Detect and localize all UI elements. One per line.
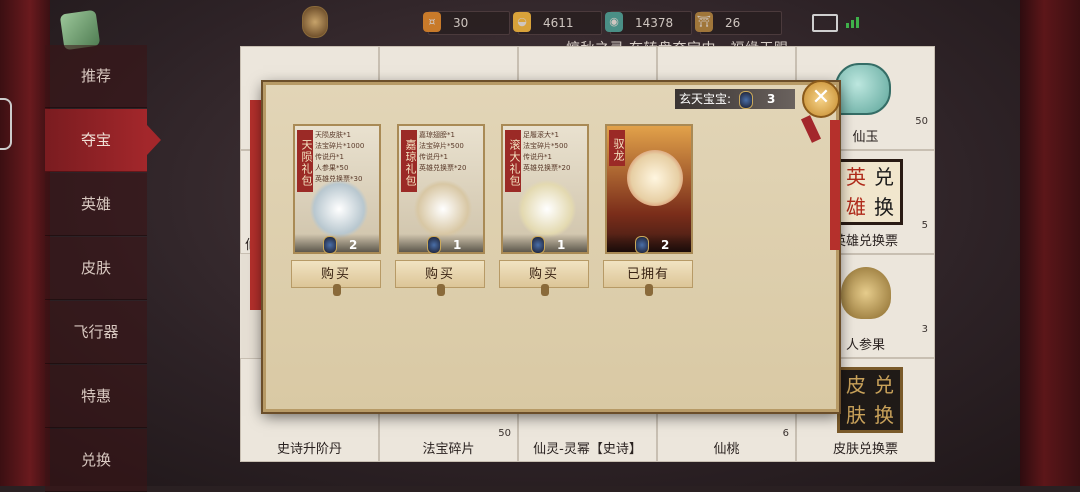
panda-figure-image: [517, 180, 577, 238]
gem-icon: [323, 236, 337, 254]
dialog-ribbon-left: [250, 100, 262, 310]
gate-icon: ⛩: [695, 12, 713, 32]
jade-icon: ◉: [605, 12, 623, 32]
card-art: 驭龙 2: [605, 124, 693, 254]
gem-icon: [531, 236, 545, 254]
gift-card-yulong[interactable]: 驭龙 2 已拥有: [603, 124, 693, 296]
gem-icon: [739, 91, 753, 109]
nav-item-recommend[interactable]: 推荐: [45, 45, 147, 108]
nav-item-treasure[interactable]: 夺宝: [45, 109, 161, 172]
curtain-left: [0, 0, 50, 486]
knot-icon: [541, 284, 549, 296]
resource-gold[interactable]: ◒ 4611: [513, 11, 602, 35]
gift-card-gundai[interactable]: 滚大礼包 足履滚大*1 法宝碎片*500 传说丹*1 英雄兑换票*20 1 购买: [499, 124, 589, 296]
hero-figure-image: [413, 180, 473, 238]
ginseng-fruit-icon: [841, 267, 891, 319]
curtain-right: [1020, 0, 1080, 486]
signal-icon: [846, 17, 859, 28]
coin-icon: ¤: [423, 12, 441, 32]
gift-card-tianyun[interactable]: 天陨礼包 天陨皮肤*1 法宝碎片*1000 传说丹*1 人参果*50 英雄兑换票…: [291, 124, 381, 296]
knot-icon: [333, 284, 341, 296]
card-art: 嘉琼礼包 嘉琼翅膀*1 法宝碎片*500 传说丹*1 英雄兑换票*20 1: [397, 124, 485, 254]
card-contents: 足履滚大*1 法宝碎片*500 传说丹*1 英雄兑换票*20: [523, 131, 571, 172]
card-price: 2: [661, 238, 670, 252]
card-art: 天陨礼包 天陨皮肤*1 法宝碎片*1000 传说丹*1 人参果*50 英雄兑换票…: [293, 124, 381, 254]
skin-exchange-ticket-icon: 皮 兑 肤 换: [837, 367, 903, 433]
card-art: 滚大礼包 足履滚大*1 法宝碎片*500 传说丹*1 英雄兑换票*20 1: [501, 124, 589, 254]
card-title: 嘉琼礼包: [401, 130, 417, 192]
gold-ingot-icon: ◒: [513, 12, 531, 32]
nav-item-skin[interactable]: 皮肤: [45, 237, 147, 300]
gem-icon: [427, 236, 441, 254]
battery-icon: [812, 14, 838, 32]
nav-item-exchange[interactable]: 兑换: [45, 429, 147, 492]
card-title: 滚大礼包: [505, 130, 521, 192]
knot-icon: [645, 284, 653, 296]
side-drawer-handle[interactable]: [0, 98, 12, 150]
card-contents: 嘉琼翅膀*1 法宝碎片*500 传说丹*1 英雄兑换票*20: [419, 131, 467, 172]
card-price: 2: [349, 238, 358, 252]
resource-jade[interactable]: ◉ 14378: [605, 11, 692, 35]
left-nav: 推荐 夺宝 英雄 皮肤 飞行器 特惠 兑换: [45, 45, 161, 492]
gift-card-jiaqiong[interactable]: 嘉琼礼包 嘉琼翅膀*1 法宝碎片*500 传说丹*1 英雄兑换票*20 1 购买: [395, 124, 485, 296]
xuantian-baobao-counter: 玄天宝宝: 3: [675, 89, 795, 109]
nav-item-special[interactable]: 特惠: [45, 365, 147, 428]
dialog-ribbon-right: [830, 120, 840, 250]
card-price: 1: [557, 238, 566, 252]
card-title: 驭龙: [609, 130, 625, 166]
player-emblem-icon[interactable]: [302, 6, 328, 38]
hero-exchange-ticket-icon: 英 兑 雄 换: [837, 159, 903, 225]
monkey-king-figure-image: [627, 150, 683, 206]
card-title: 天陨礼包: [297, 130, 313, 192]
knot-icon: [437, 284, 445, 296]
resource-gate[interactable]: ⛩ 26: [695, 11, 782, 35]
resource-coin[interactable]: ¤ 30: [423, 11, 510, 35]
top-resource-bar: ¤ 30 ◒ 4611 ◉ 14378 ⛩ 26: [300, 6, 880, 38]
xianyu-icon: [835, 63, 891, 115]
hero-figure-image: [309, 180, 369, 238]
close-button[interactable]: ✕: [802, 80, 840, 118]
nav-item-aircraft[interactable]: 飞行器: [45, 301, 147, 364]
gem-icon: [635, 236, 649, 254]
card-contents: 天陨皮肤*1 法宝碎片*1000 传说丹*1 人参果*50 英雄兑换票*30: [315, 131, 365, 183]
nav-item-hero[interactable]: 英雄: [45, 173, 147, 236]
card-price: 1: [453, 238, 462, 252]
